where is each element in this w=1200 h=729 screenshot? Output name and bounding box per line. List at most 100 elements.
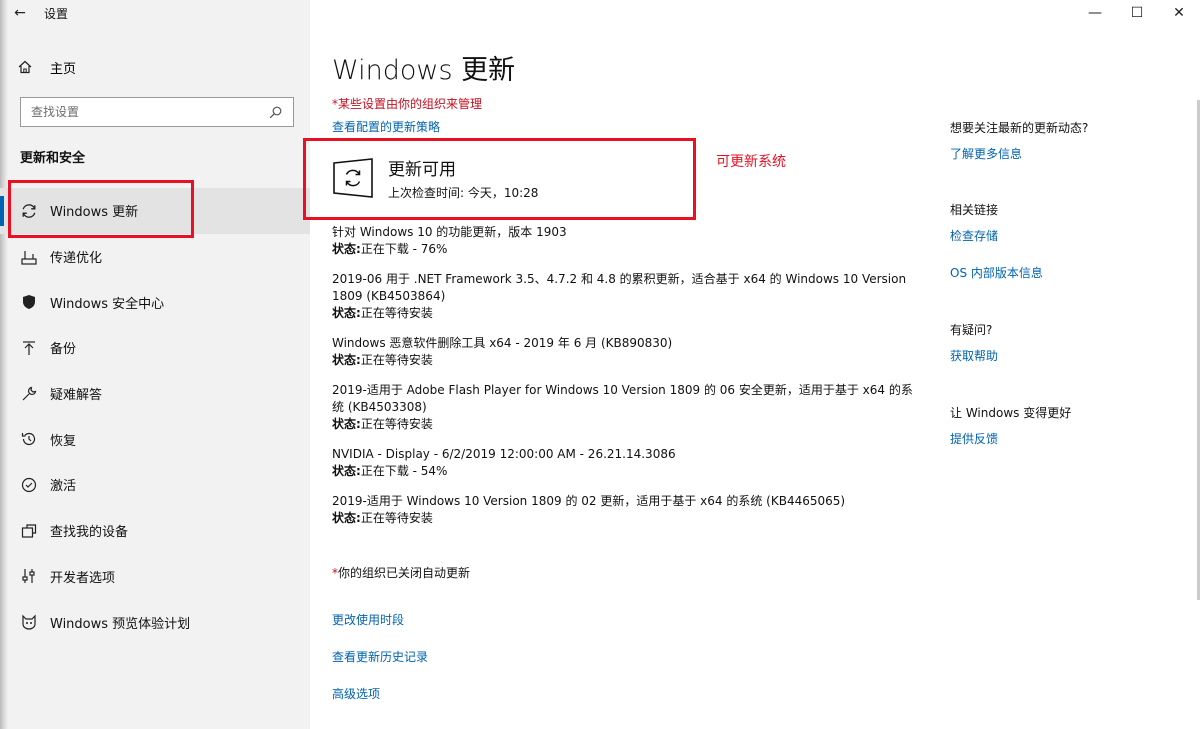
sidebar-item-label: Windows 更新 [50,205,139,221]
section-title: 更新和安全 [20,151,86,166]
update-item: NVIDIA - Display - 6/2/2019 12:00:00 AM … [332,446,922,480]
page-title: Windows 更新 [332,55,516,86]
search-input[interactable] [31,105,267,119]
feedback-heading: 让 Windows 变得更好 [950,406,1072,420]
update-status: 状态:正在下载 - 54% [332,463,922,480]
search-icon[interactable] [267,106,283,119]
main-panel: — ☐ ✕ Windows 更新 *某些设置由你的组织来管理 查看配置的更新策略… [303,0,1200,729]
sidebar-item-recovery[interactable]: 恢复 [0,416,310,462]
back-arrow-icon: ← [14,5,26,21]
auto-note-text: 你的组织已关闭自动更新 [338,566,471,580]
status-text: 更新可用 上次检查时间: 今天，10:28 [388,155,538,201]
change-active-hours-link[interactable]: 更改使用时段 [332,612,428,628]
sidebar-item-label: Windows 预览体验计划 [50,616,191,632]
status-label: 状态: [332,417,361,431]
close-button[interactable]: ✕ [1158,0,1200,26]
related-links-heading: 相关链接 [950,203,999,217]
sidebar-item-label: 疑难解答 [50,388,103,404]
learn-more-link[interactable]: 了解更多信息 [950,146,1190,162]
status-heading: 更新可用 [388,160,456,180]
update-item: 2019-适用于 Windows 10 Version 1809 的 02 更新… [332,493,922,527]
sidebar-item-label: Windows 安全中心 [50,296,165,312]
bottom-links: 更改使用时段 查看更新历史记录 高级选项 [332,612,428,723]
update-title: 2019-适用于 Windows 10 Version 1809 的 02 更新… [332,494,846,508]
sidebar-item-activation[interactable]: 激活 [0,462,310,508]
update-item: 2019-适用于 Adobe Flash Player for Windows … [332,382,922,433]
get-help-link[interactable]: 获取帮助 [950,348,1190,364]
back-button[interactable]: ← [0,0,40,26]
home-icon [14,60,36,74]
status-label: 状态: [332,353,361,367]
search-box[interactable] [20,97,294,127]
update-status: 状态:正在等待安装 [332,510,922,527]
window-controls: — ☐ ✕ [1074,0,1200,26]
advanced-options-link[interactable]: 高级选项 [332,686,428,702]
update-status-card: 更新可用 上次检查时间: 今天，10:28 [332,155,538,201]
org-managed-note: *某些设置由你的组织来管理 [332,97,483,111]
sync-icon [18,200,40,222]
update-item: 针对 Windows 10 的功能更新，版本 1903 状态:正在下载 - 76… [332,224,922,258]
wrench-icon [18,383,40,405]
update-item: 2019-06 用于 .NET Framework 3.5、4.7.2 和 4.… [332,271,922,322]
policy-link[interactable]: 查看配置的更新策略 [332,118,440,135]
update-list: 针对 Windows 10 的功能更新，版本 1903 状态:正在下载 - 76… [332,224,922,540]
update-item: Windows 恶意软件删除工具 x64 - 2019 年 6 月 (KB890… [332,335,922,369]
follow-updates-heading: 想要关注最新的更新动态? [950,121,1089,135]
update-title: NVIDIA - Display - 6/2/2019 12:00:00 AM … [332,447,676,461]
auto-update-disabled-note: *你的组织已关闭自动更新 [332,564,470,581]
app-title: 设置 [44,6,69,21]
find-device-icon [18,520,40,542]
annotation-label: 可更新系统 [716,154,786,170]
questions-heading: 有疑问? [950,323,993,337]
minimize-button[interactable]: — [1074,0,1116,26]
update-title: Windows 恶意软件删除工具 x64 - 2019 年 6 月 (KB890… [332,336,673,350]
status-label: 状态: [332,242,361,256]
sidebar-item-label: 恢复 [50,433,77,449]
status-label: 状态: [332,464,361,478]
os-build-info-link[interactable]: OS 内部版本信息 [950,265,1190,281]
update-available-icon [332,157,374,199]
sidebar-item-backup[interactable]: 备份 [0,325,310,371]
insider-cat-icon [18,611,40,633]
sidebar-item-delivery-optimization[interactable]: 传递优化 [0,234,310,280]
sidebar-item-troubleshoot[interactable]: 疑难解答 [0,371,310,417]
check-circle-icon [18,474,40,496]
update-title: 2019-适用于 Adobe Flash Player for Windows … [332,383,913,414]
check-storage-link[interactable]: 检查存储 [950,228,1190,244]
update-status: 状态:正在等待安装 [332,305,922,322]
sidebar-item-find-my-device[interactable]: 查找我的设备 [0,508,310,554]
status-value: 正在等待安装 [360,511,433,525]
sidebar-item-insider-program[interactable]: Windows 预览体验计划 [0,599,310,645]
update-status: 状态:正在等待安装 [332,352,922,369]
nav-list: Windows 更新 传递优化 Windows 安全中心 备份 疑难解答 恢复 … [0,188,310,645]
status-value: 正在等待安装 [360,353,433,367]
sidebar-item-windows-update[interactable]: Windows 更新 [0,188,310,234]
status-value: 正在等待安装 [360,417,433,431]
update-status: 状态:正在等待安装 [332,416,922,433]
sidebar-item-developer-options[interactable]: 开发者选项 [0,554,310,600]
maximize-button[interactable]: ☐ [1116,0,1158,26]
status-label: 状态: [332,306,361,320]
nav-home[interactable]: 主页 [14,54,304,80]
dev-sliders-icon [18,565,40,587]
backup-arrow-icon [18,337,40,359]
related-column: 想要关注最新的更新动态? 了解更多信息 相关链接 检查存储 OS 内部版本信息 … [950,120,1190,447]
last-check-time: 上次检查时间: 今天，10:28 [388,186,539,200]
sidebar: ← 设置 主页 更新和安全 Windows 更新 传递优化 [0,0,310,729]
sidebar-item-label: 传递优化 [50,251,103,267]
nav-home-label: 主页 [50,61,77,77]
update-title: 2019-06 用于 .NET Framework 3.5、4.7.2 和 4.… [332,272,907,303]
give-feedback-link[interactable]: 提供反馈 [950,431,1190,447]
sidebar-item-label: 查找我的设备 [50,525,129,541]
history-icon [18,428,40,450]
delivery-icon [18,246,40,268]
update-title: 针对 Windows 10 的功能更新，版本 1903 [332,225,567,239]
sidebar-item-security-center[interactable]: Windows 安全中心 [0,279,310,325]
update-status: 状态:正在下载 - 76% [332,241,922,258]
sidebar-item-label: 备份 [50,342,77,358]
status-label: 状态: [332,511,361,525]
status-value: 正在下载 - 54% [360,464,448,478]
shield-icon [18,291,40,313]
sidebar-item-label: 激活 [50,479,77,495]
update-history-link[interactable]: 查看更新历史记录 [332,649,428,665]
